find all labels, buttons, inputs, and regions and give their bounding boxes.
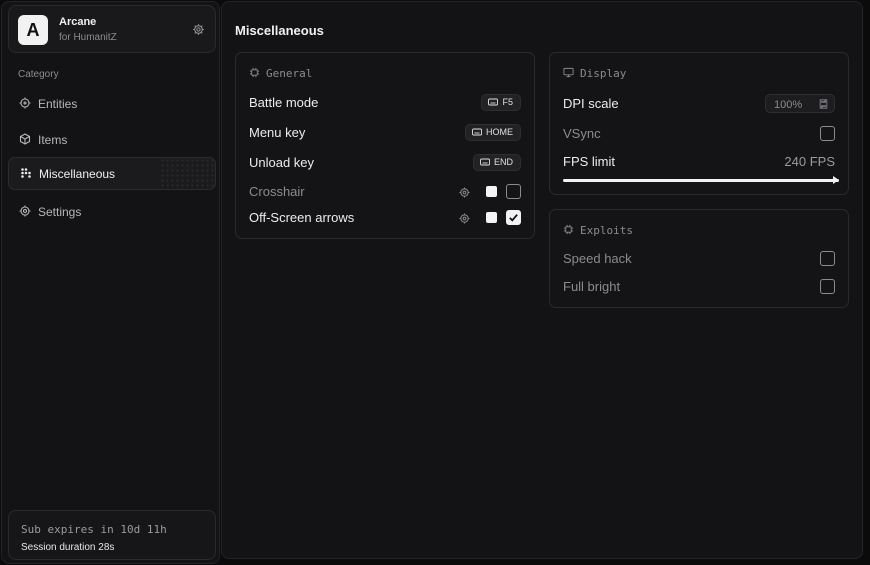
chip-icon: [249, 67, 260, 78]
keyboard-icon: [472, 128, 482, 136]
keyboard-icon: [488, 98, 499, 106]
speed-hack-checkbox[interactable]: [820, 251, 835, 266]
speed-hack-label: Speed hack: [563, 251, 632, 266]
sidebar-item-label: Settings: [38, 205, 82, 219]
sidebar-item-label: Entities: [38, 97, 78, 111]
vsync-row: VSync: [563, 124, 835, 144]
fps-limit-slider[interactable]: [563, 176, 839, 184]
card-header: Exploits: [563, 224, 633, 237]
crosshair-label: Crosshair: [249, 184, 305, 199]
full-bright-row: Full bright: [563, 277, 835, 297]
sidebar-item-label: Miscellaneous: [39, 167, 116, 181]
sidebar-item-miscellaneous[interactable]: Miscellaneous: [8, 157, 216, 190]
monitor-icon: [563, 67, 574, 78]
page-title: Miscellaneous: [235, 23, 324, 38]
app-name: Arcane: [59, 16, 97, 28]
crosshair-checkbox[interactable]: [506, 184, 521, 199]
vsync-checkbox[interactable]: [820, 126, 835, 141]
app-subtitle: for HumanitZ: [59, 32, 117, 43]
offscreen-arrows-checkbox[interactable]: [506, 210, 521, 225]
display-card: Display DPI scale 100% VSync FPS limit 2…: [549, 52, 849, 195]
dpi-scale-label: DPI scale: [563, 96, 619, 111]
fps-limit-value: 240 FPS: [784, 154, 835, 169]
gear-icon: [19, 205, 31, 217]
sidebar-item-items[interactable]: Items: [8, 123, 216, 156]
offscreen-arrows-row: Off-Screen arrows: [249, 208, 521, 228]
cube-icon: [19, 133, 31, 145]
grid-dots-icon: [21, 168, 31, 178]
status-panel: Sub expires in 10d 11h Session duration …: [8, 510, 216, 560]
app-logo: A: [18, 15, 48, 45]
dpi-scale-value: 100%: [774, 99, 803, 111]
sidebar-item-settings[interactable]: Settings: [8, 195, 216, 228]
fps-limit-label: FPS limit: [563, 154, 615, 169]
chip-icon: [563, 224, 574, 235]
subscription-status: Sub expires in 10d 11h: [21, 523, 167, 536]
card-header: General: [249, 67, 312, 80]
card-header-label: Display: [580, 67, 627, 80]
fps-limit-row: FPS limit 240 FPS: [563, 152, 835, 172]
menu-key-row: Menu key HOME: [249, 123, 521, 143]
menu-key-keybind[interactable]: HOME: [465, 124, 521, 141]
unload-key-label: Unload key: [249, 155, 315, 170]
offscreen-arrows-color-swatch[interactable]: [486, 212, 497, 223]
brand-card: A Arcane for HumanitZ: [8, 5, 216, 53]
keybind-value: HOME: [486, 127, 513, 137]
battle-mode-label: Battle mode: [249, 95, 319, 110]
offscreen-arrows-label: Off-Screen arrows: [249, 210, 355, 225]
gear-icon[interactable]: [192, 23, 205, 36]
sidebar-item-label: Items: [38, 133, 68, 147]
unload-key-keybind[interactable]: END: [472, 154, 521, 171]
card-header-label: Exploits: [580, 224, 633, 237]
keybind-value: F5: [502, 97, 513, 107]
slider-fill: [563, 179, 839, 182]
full-bright-checkbox[interactable]: [820, 279, 835, 294]
card-header: Display: [563, 67, 626, 80]
sidebar: A Arcane for HumanitZ Category Entities …: [1, 1, 220, 564]
check-icon: [509, 214, 518, 222]
stepper-icon: [819, 99, 828, 109]
battle-mode-keybind[interactable]: F5: [481, 94, 521, 111]
slider-thumb[interactable]: [833, 176, 839, 184]
battle-mode-row: Battle mode F5: [249, 93, 521, 113]
main-panel: Miscellaneous General Battle mode F5 Men…: [221, 1, 863, 559]
sidebar-item-entities[interactable]: Entities: [8, 87, 216, 120]
crosshair-color-swatch[interactable]: [486, 186, 497, 197]
crosshair-row: Crosshair: [249, 182, 521, 202]
gear-icon[interactable]: [459, 187, 470, 198]
dpi-scale-row: DPI scale 100%: [563, 94, 835, 114]
speed-hack-row: Speed hack: [563, 249, 835, 269]
gear-icon[interactable]: [459, 213, 470, 224]
unload-key-row: Unload key END: [249, 153, 521, 173]
target-icon: [19, 97, 31, 109]
full-bright-label: Full bright: [563, 279, 621, 294]
keybind-value: END: [493, 157, 513, 167]
keyboard-icon: [480, 158, 490, 166]
session-duration: Session duration 28s: [21, 542, 115, 553]
dpi-scale-input[interactable]: 100%: [765, 94, 835, 113]
category-label: Category: [18, 69, 59, 80]
exploits-card: Exploits Speed hack Full bright: [549, 209, 849, 308]
vsync-label: VSync: [563, 126, 601, 141]
general-card: General Battle mode F5 Menu key HOME Unl…: [235, 52, 535, 239]
card-header-label: General: [266, 67, 313, 80]
menu-key-label: Menu key: [249, 125, 306, 140]
